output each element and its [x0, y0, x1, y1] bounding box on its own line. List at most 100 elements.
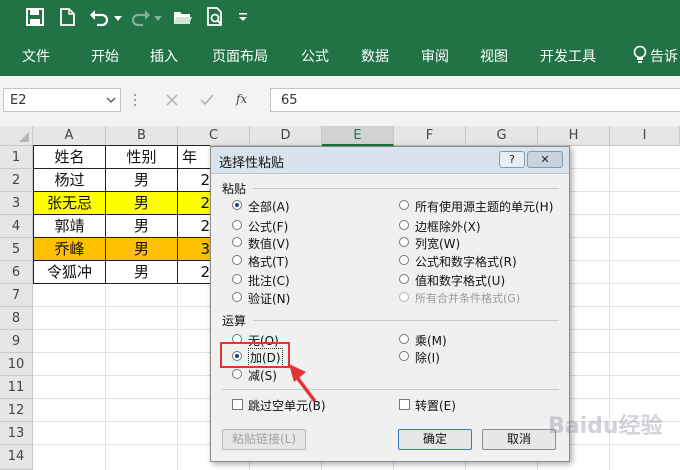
enter-entry-icon[interactable]	[199, 92, 215, 108]
row-header-8[interactable]: 8	[0, 307, 33, 330]
dialog-title: 选择性粘贴	[219, 156, 285, 171]
cell-c2[interactable]: 2	[178, 169, 210, 192]
row-header-6[interactable]: 6	[0, 261, 33, 284]
row-header-14[interactable]: 14	[0, 445, 33, 470]
col-header-e[interactable]: E	[322, 126, 394, 146]
cell-c6[interactable]: 2	[178, 261, 210, 284]
tab-page-layout[interactable]: 页面布局	[212, 46, 268, 66]
radio[interactable]	[232, 220, 242, 230]
name-box[interactable]: E2	[3, 88, 121, 112]
insert-function-icon[interactable]: fx	[236, 92, 247, 106]
name-box-value: E2	[10, 93, 27, 108]
tab-review[interactable]: 审阅	[421, 46, 449, 66]
col-header-a[interactable]: A	[33, 126, 106, 146]
undo-dropdown-icon[interactable]	[112, 6, 124, 28]
cell-a4[interactable]: 郭靖	[34, 215, 106, 238]
cancel-entry-icon[interactable]	[164, 92, 180, 108]
cell-a3[interactable]: 张无忌	[34, 192, 106, 215]
radio[interactable]	[232, 237, 242, 247]
new-icon[interactable]	[56, 6, 78, 28]
col-header-i[interactable]: I	[610, 126, 680, 146]
cell-a2[interactable]: 杨过	[34, 169, 106, 192]
redo-icon[interactable]	[130, 6, 152, 28]
col-header-f[interactable]: F	[394, 126, 466, 146]
radio[interactable]	[399, 334, 409, 344]
cell-c5[interactable]: 3	[178, 238, 210, 261]
cell-a1[interactable]: 姓名	[34, 146, 106, 169]
splitter-dots-icon[interactable]	[132, 92, 138, 108]
cell-c3[interactable]: 2	[178, 192, 210, 215]
close-button[interactable]: ✕	[527, 151, 563, 168]
options-separator	[222, 389, 559, 390]
save-icon[interactable]	[24, 6, 46, 28]
select-all-corner[interactable]	[0, 126, 33, 146]
open-icon[interactable]	[172, 6, 194, 28]
tab-developer[interactable]: 开发工具	[540, 46, 596, 66]
cell-b5[interactable]: 男	[106, 238, 178, 261]
col-header-c[interactable]: C	[178, 126, 250, 146]
print-preview-icon[interactable]	[204, 6, 226, 28]
col-header-h[interactable]: H	[538, 126, 610, 146]
col-header-g[interactable]: G	[466, 126, 538, 146]
cell-b1[interactable]: 性别	[106, 146, 178, 169]
checkbox[interactable]	[232, 399, 243, 410]
undo-icon[interactable]	[88, 6, 110, 28]
operation-group-label: 运算	[222, 314, 247, 328]
tab-data[interactable]: 数据	[361, 46, 389, 66]
cell-c4[interactable]: 2	[178, 215, 210, 238]
cell-c1[interactable]: 年	[178, 146, 210, 169]
row-header-2[interactable]: 2	[0, 169, 33, 192]
radio[interactable]	[399, 220, 409, 230]
radio[interactable]	[399, 274, 409, 284]
formula-input[interactable]: 65	[270, 88, 680, 112]
row-header-13[interactable]: 13	[0, 422, 33, 445]
redo-dropdown-icon[interactable]	[152, 6, 164, 28]
row-header-10[interactable]: 10	[0, 353, 33, 376]
help-button[interactable]: ?	[499, 151, 525, 168]
radio	[399, 292, 409, 302]
ok-button[interactable]: 确定	[398, 429, 472, 450]
paste-group-separator	[253, 188, 559, 189]
chevron-down-icon[interactable]	[106, 96, 116, 104]
radio[interactable]	[399, 255, 409, 265]
cancel-button[interactable]: 取消	[482, 429, 556, 450]
radio[interactable]	[232, 292, 242, 302]
cell-b4[interactable]: 男	[106, 215, 178, 238]
radio[interactable]	[399, 351, 409, 361]
tab-home[interactable]: 开始	[91, 46, 119, 66]
checkbox[interactable]	[399, 399, 410, 410]
cell-b2[interactable]: 男	[106, 169, 178, 192]
radio[interactable]	[232, 255, 242, 265]
radio-selected[interactable]	[232, 200, 242, 210]
cell-a5[interactable]: 乔峰	[34, 238, 106, 261]
row-header-4[interactable]: 4	[0, 215, 33, 238]
quick-access-toolbar	[0, 0, 680, 36]
operation-group-separator	[253, 320, 559, 321]
customize-icon[interactable]	[236, 6, 250, 28]
radio[interactable]	[399, 237, 409, 247]
tab-formulas[interactable]: 公式	[301, 46, 329, 66]
row-header-11[interactable]: 11	[0, 376, 33, 399]
col-header-d[interactable]: D	[250, 126, 322, 146]
tab-view[interactable]: 视图	[480, 46, 508, 66]
watermark-text: Baidu经验	[548, 414, 663, 439]
row-header-5[interactable]: 5	[0, 238, 33, 261]
select-all-triangle-icon	[19, 132, 29, 142]
row-header-1[interactable]: 1	[0, 146, 33, 169]
tab-file[interactable]: 文件	[22, 46, 50, 66]
row-header-9[interactable]: 9	[0, 330, 33, 353]
cell-b6[interactable]: 男	[106, 261, 178, 284]
radio[interactable]	[232, 369, 242, 379]
tell-me-search[interactable]: 告诉	[650, 46, 678, 66]
cell-b3[interactable]: 男	[106, 192, 178, 215]
radio[interactable]	[399, 200, 409, 210]
radio[interactable]	[232, 274, 242, 284]
dialog-titlebar[interactable]: 选择性粘贴 ? ✕	[211, 147, 569, 174]
annotation-highlight-box	[220, 342, 290, 368]
cell-a6[interactable]: 令狐冲	[34, 261, 106, 284]
col-header-b[interactable]: B	[106, 126, 178, 146]
row-header-12[interactable]: 12	[0, 399, 33, 422]
tab-insert[interactable]: 插入	[150, 46, 178, 66]
row-header-7[interactable]: 7	[0, 284, 33, 307]
row-header-3[interactable]: 3	[0, 192, 33, 215]
